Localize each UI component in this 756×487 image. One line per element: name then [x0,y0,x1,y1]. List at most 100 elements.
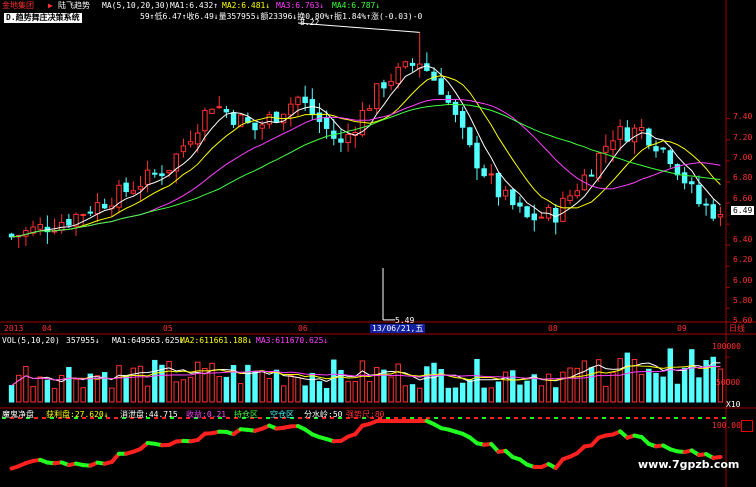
volume-bar [144,385,151,403]
candle-body [717,214,724,218]
volume-bar [481,387,487,403]
volume-bar [452,387,459,403]
vol-ma2: MA2:611661.188↓ [180,336,253,345]
volume-bar [137,365,144,403]
ind-title: 魔鬼净盘 [2,410,34,419]
volume-bar [560,371,566,403]
volume-bar [123,375,129,403]
ma5-line [11,65,721,238]
candle-body [409,62,416,66]
candle-body [137,186,144,190]
ind-watershed: 分水岭:50 [304,410,343,419]
ind-harvest: 收益:0.21 [186,410,227,419]
candle-body [560,197,566,222]
last-price-tag: 6.49 [731,206,755,215]
candle-body [638,126,645,131]
ind-zone1: 持仓区 [234,410,258,419]
candle-body [588,174,595,177]
candle-body [180,145,187,153]
candle-body [87,211,94,214]
volume-bar [187,376,194,403]
high-annotation: 8.22 [300,18,320,27]
candle-body [323,117,330,129]
candle-body [266,114,273,125]
candle-body [302,96,308,104]
price-tick: 6.40 [733,235,753,244]
volume-bar [302,385,308,403]
candle-body [431,71,437,81]
candle-body [58,222,65,231]
candle-body [101,203,108,209]
volume-bar [517,384,523,403]
watermark: www.7gpzb.com [638,458,740,471]
ind-profit: 获利盘:27.620↓ [46,410,109,419]
ma3-value: MA3:6.763↓ [276,1,325,10]
volume-bar [130,367,137,403]
volume-bar [395,363,401,403]
volume-bar [259,370,265,403]
volume-bar [109,387,115,403]
candle-body [617,126,623,140]
candle-body [424,63,430,71]
ma2-value: MA2:6.481↓ [222,1,271,10]
candle-body [488,173,495,176]
candle-body [381,82,387,89]
volume-bar [101,372,108,403]
time-label: 06 [298,324,308,333]
candle-body [595,152,602,179]
volume-bar [617,358,623,403]
volume-bar [638,373,645,403]
vol-tick: 100000 [712,342,741,351]
candle-body [660,147,666,150]
volume-bar [23,366,29,403]
volume-bar [159,364,165,403]
volume-bar [116,365,122,403]
volume-bar [323,387,330,403]
candle-body [94,202,101,215]
candle-body [202,109,208,132]
volume-bar [610,371,616,403]
volume-bar [345,380,351,403]
volume-bar [488,387,495,403]
vol-ma3: MA3:611670.625↓ [256,336,329,345]
vol-value: 357955↓ [66,336,100,345]
volume-bar [223,376,230,403]
volume-bar [173,381,179,403]
ma30-line [11,104,721,238]
ma-params: MA(5,10,20,30) [102,1,170,10]
candle-body [538,216,545,219]
volume-bar [352,381,358,403]
candle-body [531,213,537,221]
volume-bar [209,362,215,403]
volume-bar [674,383,681,403]
candle-body [252,122,258,131]
volume-bar [603,385,609,403]
candle-body [653,146,659,152]
volume-bar [653,372,659,403]
indicator-name: 陆飞趋势 [58,1,90,10]
volume-bar [331,359,337,403]
candle-body [553,207,559,223]
volume-bar [667,348,674,403]
candle-body [216,106,222,109]
strategy-tag: D.趋势舞庄决策系统 [4,13,82,23]
volume-bar [245,364,251,403]
volume-bar [696,377,702,403]
candle-body [388,80,394,86]
volume-bar [316,381,323,403]
volume-bar [252,371,258,403]
candle-body [130,190,137,194]
time-label: 05 [163,324,173,333]
volume-bar [266,378,273,403]
candle-body [144,169,151,185]
ma4-value: MA4:6.787↓ [332,1,381,10]
volume-bar [538,385,545,403]
candle-body [223,108,230,113]
candle-body [689,181,695,185]
cursor-date: 13/06/21,五 [370,324,426,333]
quote-info: 59↑低6.47↑收6.49↓量357955↓额23396↓换0.80%↑振1.… [140,12,423,21]
vol-ma1: MA1:649563.625↓ [112,336,185,345]
volume-bar [553,387,559,403]
ind-trapped: 消泄盘:44.715 [120,410,178,419]
candle-body [366,108,373,111]
